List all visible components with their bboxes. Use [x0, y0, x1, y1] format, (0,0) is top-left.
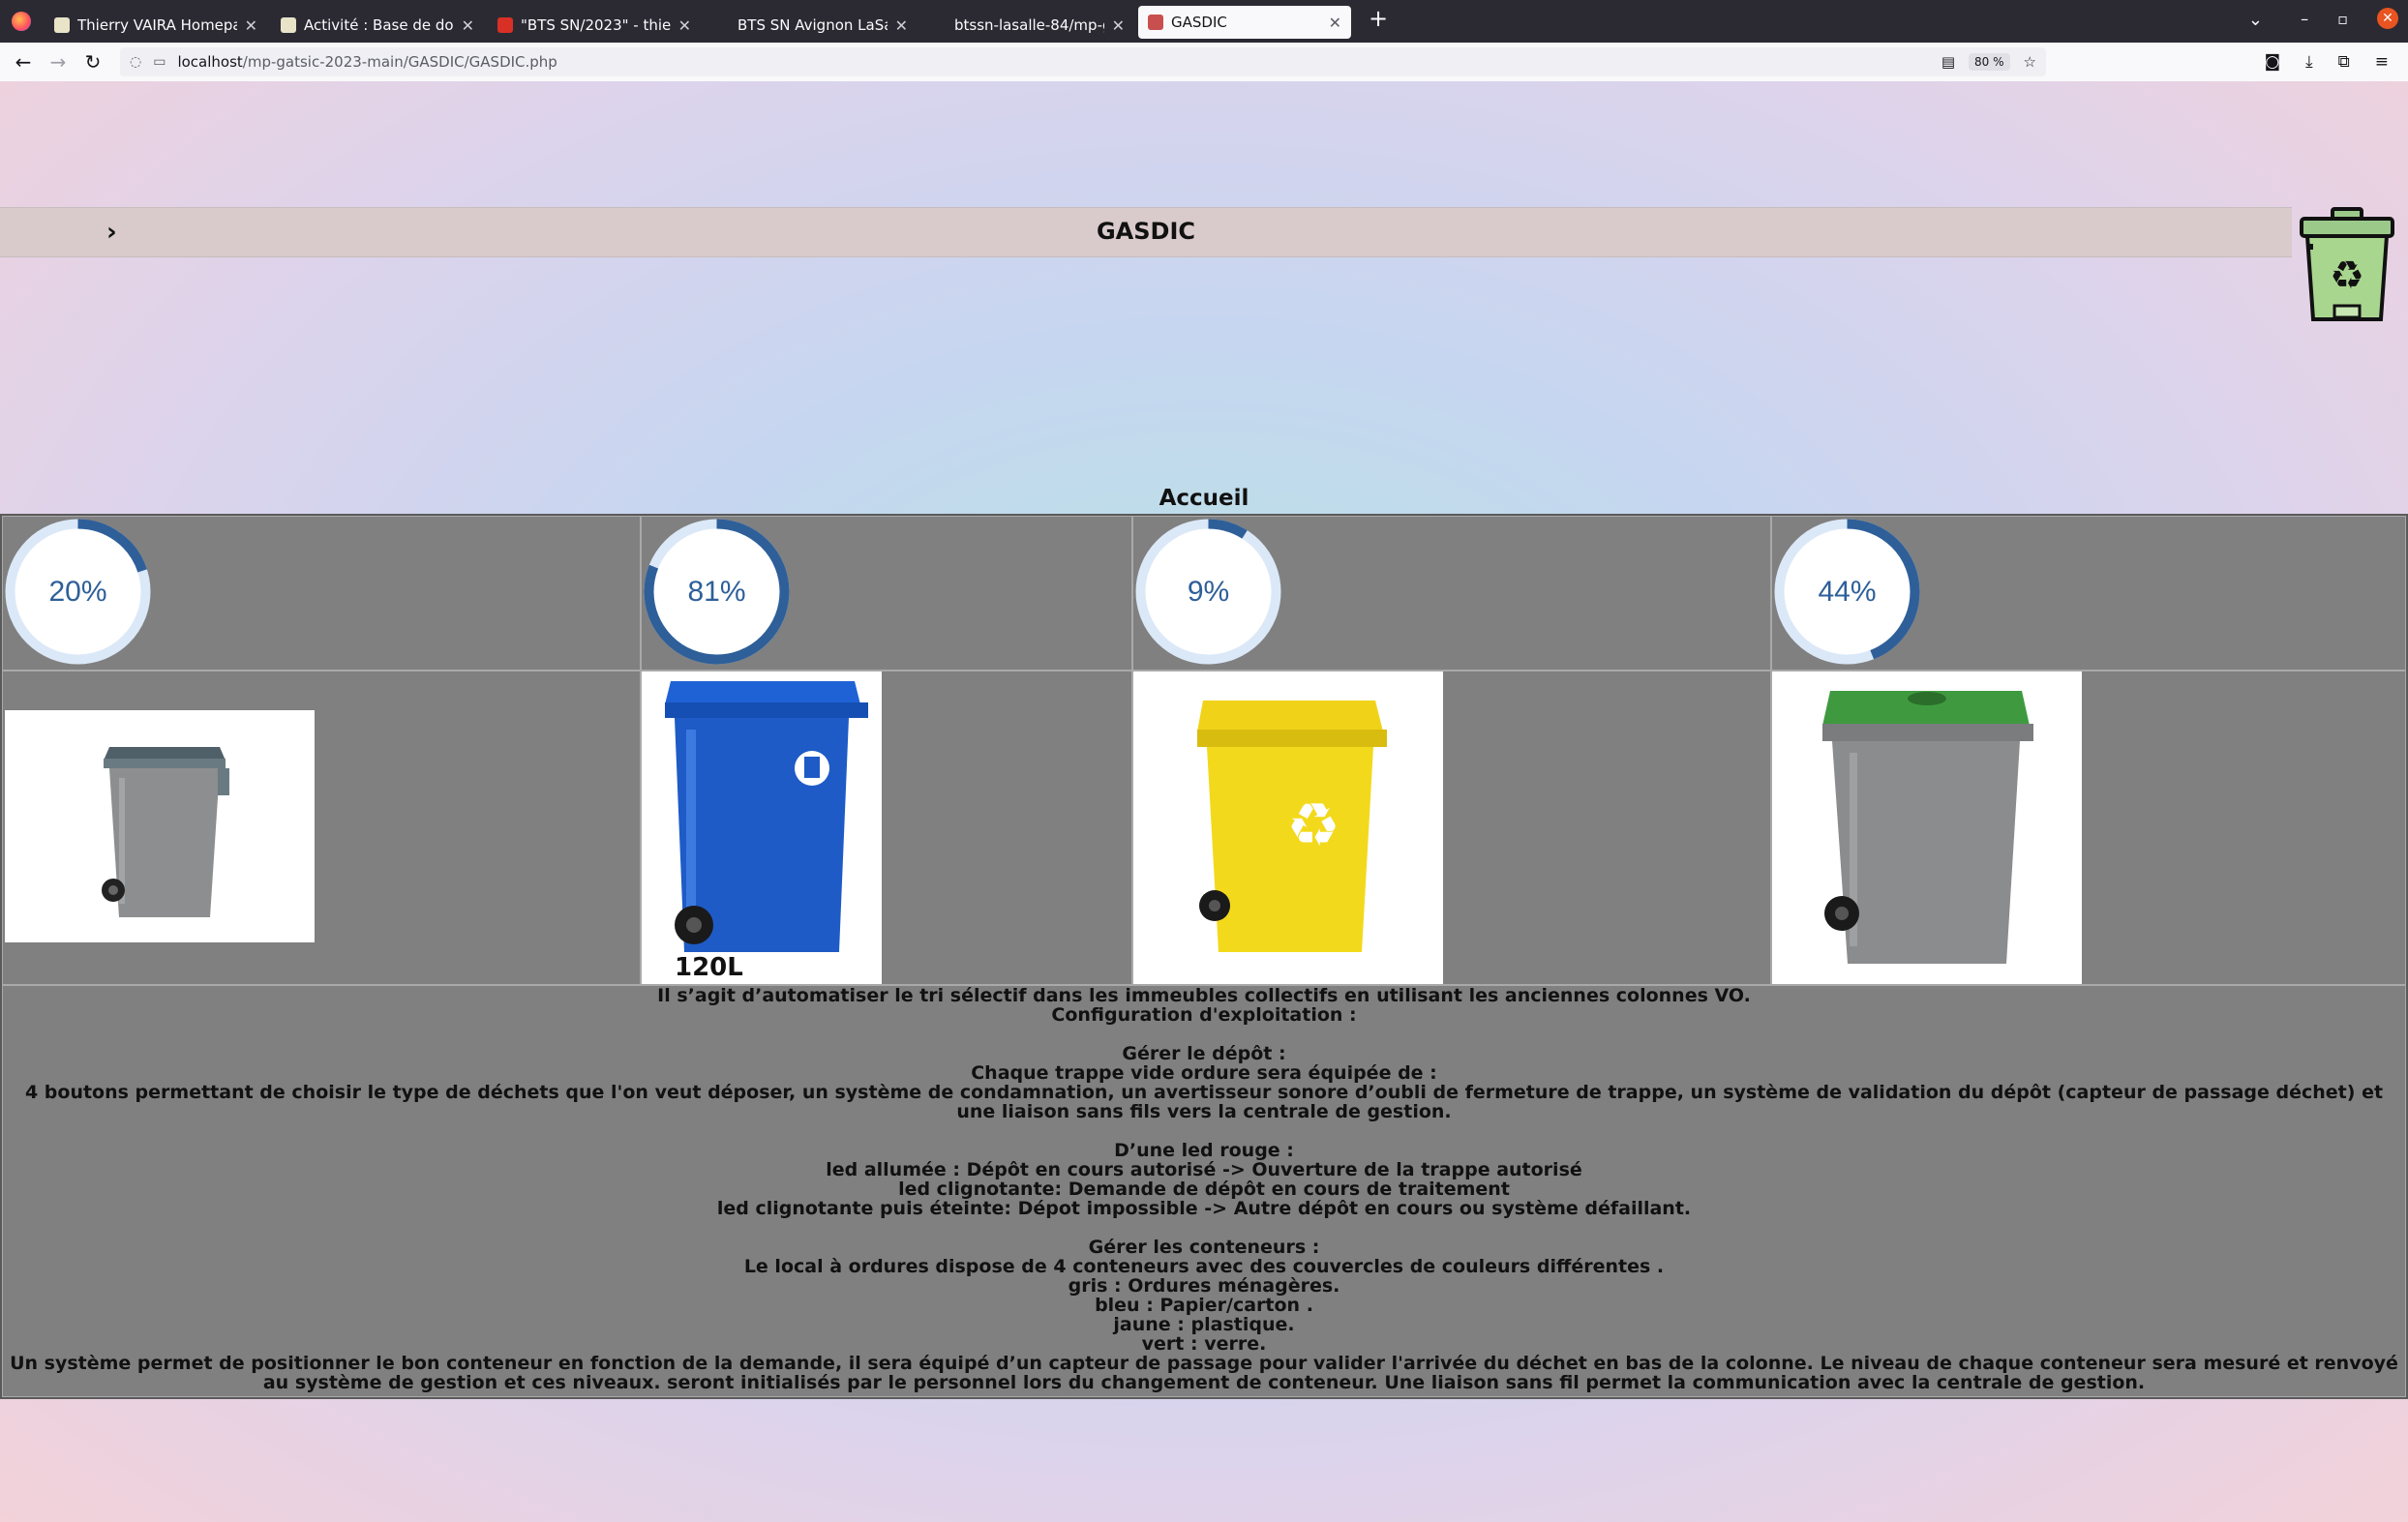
description-line: 4 boutons permettant de choisir le type …: [24, 1082, 2384, 1122]
browser-tab[interactable]: "BTS SN/2023" - thierry.v ✕: [488, 8, 701, 43]
tab-close-icon[interactable]: ✕: [678, 16, 691, 35]
app-menu-icon[interactable]: ≡: [2375, 52, 2389, 72]
bin-cell: 120L: [641, 671, 1132, 985]
tab-title: Thierry VAIRA Homepage: [77, 16, 237, 34]
tab-close-icon[interactable]: ✕: [1112, 16, 1125, 35]
tab-title: Activité : Base de donnée: [304, 16, 454, 34]
fill-level-label: 44%: [1818, 575, 1877, 608]
tab-favicon-icon: [714, 17, 730, 33]
description-line: Il s’agit d’automatiser le tri sélectif …: [657, 985, 1751, 1006]
bookmark-star-icon[interactable]: ☆: [2024, 53, 2036, 71]
green-bin-image: [1772, 671, 2082, 984]
recycle-bin-logo-icon: ♻: [2300, 207, 2394, 321]
description-line: led clignotante puis éteinte: Dépot impo…: [716, 1198, 1692, 1219]
tracking-shield-icon[interactable]: ◌: [130, 54, 141, 70]
header-bar: › GASDIC: [0, 207, 2292, 257]
description-line: Chaque trappe vide ordure sera équipée d…: [971, 1062, 1437, 1084]
blue-bin-image: 120L: [642, 671, 882, 984]
tab-title: "BTS SN/2023" - thierry.v: [521, 16, 671, 34]
bins-row: 120L ♻: [2, 671, 2406, 985]
description-line: Un système permet de positionner le bon …: [10, 1353, 2398, 1393]
reload-icon[interactable]: ↻: [75, 50, 110, 74]
toolbar-icons: ◙ ⤓ ⧉ ≡: [2265, 52, 2389, 72]
tab-title: BTS SN Avignon LaSalle: [737, 16, 888, 34]
url-bar[interactable]: ◌ ▭ localhost/mp-gatsic-2023-main/GASDIC…: [120, 47, 2046, 76]
navigation-toolbar: ← → ↻ ◌ ▭ localhost/mp-gatsic-2023-main/…: [0, 43, 2408, 82]
tab-strip: Thierry VAIRA Homepage✕Activité : Base d…: [45, 0, 1355, 43]
tab-close-icon[interactable]: ✕: [462, 16, 474, 35]
gauges-row: 20% 81% 9% 44%: [2, 516, 2406, 671]
description-line: led clignotante: Demande de dépôt en cou…: [898, 1179, 1510, 1200]
extensions-icon[interactable]: ⧉: [2338, 52, 2350, 72]
gauge-cell: 44%: [1771, 516, 2406, 671]
zoom-level-badge[interactable]: 80 %: [1969, 53, 2010, 71]
description-line: bleu : Papier/carton .: [1095, 1295, 1313, 1316]
grey-bin-image: [5, 710, 315, 942]
minimize-button[interactable]: –: [2301, 10, 2308, 28]
browser-tab[interactable]: BTS SN Avignon LaSalle ✕: [705, 8, 918, 43]
url-host: localhost: [177, 53, 243, 71]
description-line: Le local à ordures dispose de 4 conteneu…: [743, 1256, 1665, 1277]
pocket-icon[interactable]: ◙: [2265, 52, 2281, 72]
tab-favicon-icon: [931, 17, 947, 33]
browser-tab-bar: Thierry VAIRA Homepage✕Activité : Base d…: [0, 0, 2408, 43]
tab-favicon-icon: [1148, 15, 1163, 30]
description-line: Configuration d'exploitation :: [1051, 1004, 1357, 1026]
description-line: D’une led rouge :: [1114, 1140, 1294, 1161]
description-line: Gérer les conteneurs :: [1088, 1237, 1320, 1258]
reader-view-icon[interactable]: ▤: [1941, 53, 1955, 71]
tab-close-icon[interactable]: ✕: [245, 16, 257, 35]
tab-favicon-icon: [497, 17, 513, 33]
description-line: Gérer le dépôt :: [1122, 1043, 1286, 1064]
tab-list-chevron-icon[interactable]: ⌄: [2248, 10, 2263, 30]
section-title: Accueil: [1159, 486, 1249, 511]
downloads-icon[interactable]: ⤓: [2305, 52, 2313, 72]
fill-level-label: 81%: [687, 575, 746, 608]
gauge-cell: 20%: [2, 516, 641, 671]
project-description: Il s’agit d’automatiser le tri sélectif …: [2, 985, 2406, 1397]
firefox-logo-icon: [12, 12, 31, 31]
browser-tab[interactable]: GASDIC ✕: [1138, 6, 1351, 39]
tab-favicon-icon: [54, 17, 70, 33]
browser-tab[interactable]: Activité : Base de donnée ✕: [271, 8, 484, 43]
forward-arrow-icon[interactable]: →: [41, 50, 75, 74]
fill-level-label: 20%: [48, 575, 107, 608]
tab-favicon-icon: [281, 17, 296, 33]
bin-cell: [1771, 671, 2406, 985]
description-line: led allumée : Dépôt en cours autorisé ->…: [826, 1159, 1582, 1180]
bin-capacity-label: 120L: [675, 953, 743, 982]
close-window-button[interactable]: ✕: [2377, 8, 2398, 29]
description-line: vert : verre.: [1141, 1333, 1267, 1355]
containers-table: 20% 81% 9% 44% 120L ♻ Il s’agit d’automa…: [0, 514, 2408, 1399]
bin-cell: ♻: [1132, 671, 1771, 985]
browser-tab[interactable]: Thierry VAIRA Homepage ✕: [45, 8, 267, 43]
yellow-bin-image: ♻: [1133, 671, 1443, 984]
description-line: gris : Ordures ménagères.: [1068, 1275, 1340, 1297]
page-info-icon[interactable]: ▭: [153, 54, 166, 70]
svg-text:♻: ♻: [2330, 254, 2364, 298]
tab-title: GASDIC: [1171, 14, 1227, 31]
bin-cell: [2, 671, 641, 985]
maximize-button[interactable]: ▫: [2337, 10, 2348, 28]
fill-level-label: 9%: [1187, 575, 1230, 608]
window-controls: – ▫ ✕: [2301, 8, 2398, 29]
new-tab-button[interactable]: +: [1355, 5, 1401, 38]
tab-close-icon[interactable]: ✕: [1329, 14, 1341, 32]
svg-text:♻: ♻: [1286, 790, 1340, 860]
tab-title: btssn-lasalle-84/mp-gats: [954, 16, 1104, 34]
site-title: GASDIC: [1096, 218, 1196, 245]
gauge-cell: 9%: [1132, 516, 1771, 671]
description-line: jaune : plastique.: [1113, 1314, 1295, 1335]
browser-tab[interactable]: btssn-lasalle-84/mp-gats ✕: [921, 8, 1134, 43]
gauge-cell: 81%: [641, 516, 1132, 671]
page-content: › GASDIC ♻ Accueil 20% 81% 9% 44% 120L ♻…: [0, 81, 2408, 1522]
back-arrow-icon[interactable]: ←: [6, 50, 41, 74]
tab-close-icon[interactable]: ✕: [895, 16, 908, 35]
url-path: /mp-gatsic-2023-main/GASDIC/GASDIC.php: [242, 53, 557, 71]
